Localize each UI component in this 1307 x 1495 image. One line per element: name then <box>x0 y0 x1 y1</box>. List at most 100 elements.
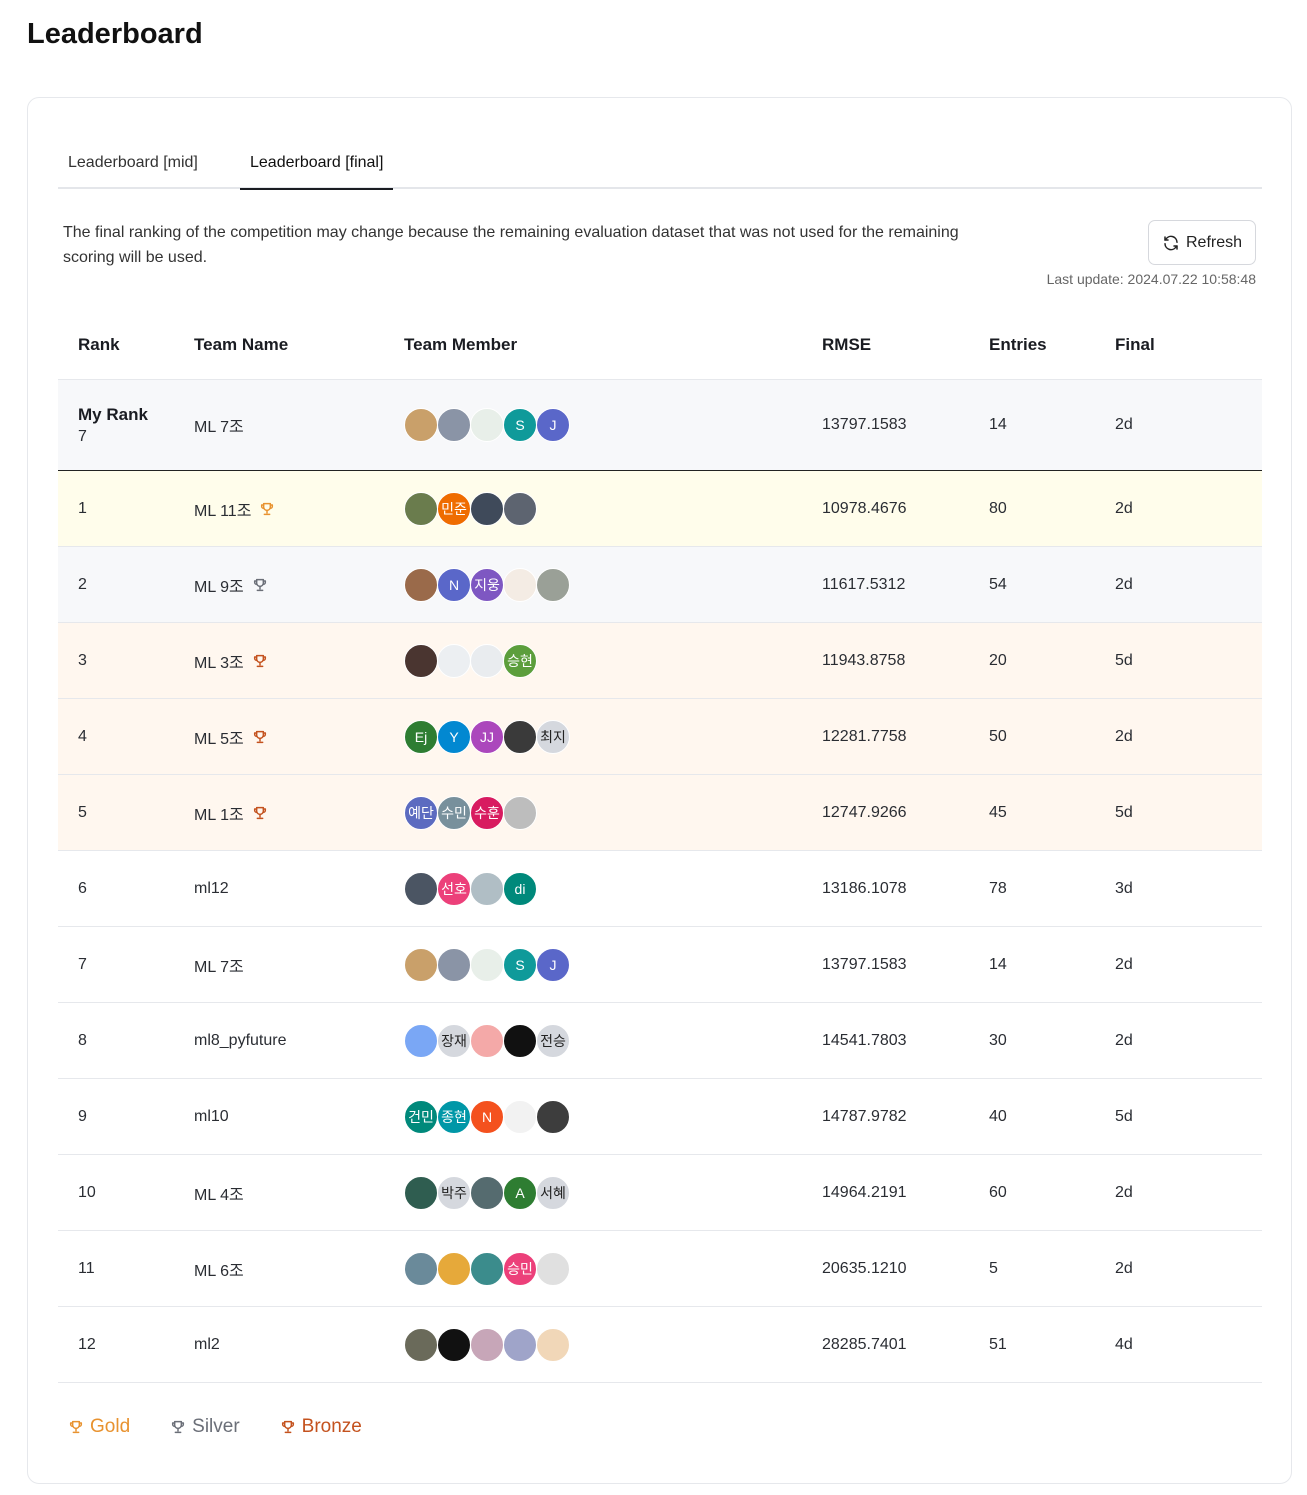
rank-value: 6 <box>78 879 87 897</box>
team-members: 승민 <box>404 1251 822 1286</box>
column-final: Final <box>1115 334 1155 354</box>
final-value: 2d <box>1115 499 1133 517</box>
member-avatar <box>437 947 471 982</box>
table-row[interactable]: 7 ML 7조 S J 13797.1583 14 2d <box>58 927 1262 1003</box>
member-initials: 건민 <box>408 1108 434 1125</box>
member-initials: S <box>515 417 525 433</box>
member-avatar <box>470 491 504 526</box>
rank-value: 11 <box>78 1259 95 1277</box>
entries-value: 20 <box>989 651 1007 669</box>
member-avatar: Y <box>437 719 471 754</box>
bronze-trophy-icon <box>253 730 266 743</box>
table-row[interactable]: 10 ML 4조 박주 A 서혜 14964.2191 60 2d <box>58 1155 1262 1231</box>
final-value: 5d <box>1115 1107 1133 1125</box>
final-value: 2d <box>1115 416 1133 433</box>
silver-trophy-icon <box>253 578 266 591</box>
member-avatar: 승민 <box>503 1251 537 1286</box>
table-row[interactable]: 4 ML 5조 Ej Y JJ 최지 12281.7758 50 2d <box>58 699 1262 775</box>
member-initials: N <box>448 576 460 593</box>
table-row[interactable]: 1 ML 11조 민준 10978.4676 80 2d <box>58 471 1262 547</box>
rmse-value: 14541.7803 <box>822 1031 907 1049</box>
table-row[interactable]: 11 ML 6조 승민 20635.1210 5 2d <box>58 1231 1262 1307</box>
entries-value: 51 <box>989 1335 1007 1353</box>
team-name: ml8_pyfuture <box>194 1031 287 1049</box>
member-avatar <box>503 719 537 754</box>
legend-silver: Silver <box>170 1416 240 1438</box>
member-avatar <box>503 1099 537 1134</box>
gold-trophy-icon <box>69 1420 83 1434</box>
member-avatar: Ej <box>404 719 438 754</box>
member-avatar <box>437 643 471 678</box>
member-initials: 수민 <box>441 804 467 821</box>
member-initials: 지웅 <box>474 576 500 593</box>
final-value: 2d <box>1115 1031 1133 1049</box>
rank-value: 10 <box>78 1183 96 1201</box>
legend-bronze: Bronze <box>280 1416 362 1438</box>
entries-value: 5 <box>989 1259 998 1277</box>
refresh-button[interactable]: Refresh <box>1148 220 1256 265</box>
member-avatar <box>404 871 438 906</box>
ranking-notice: The final ranking of the competition may… <box>63 224 959 266</box>
member-avatar: 최지 <box>536 719 570 754</box>
final-value: 2d <box>1115 1183 1133 1201</box>
column-rank: Rank <box>78 334 120 354</box>
refresh-icon <box>1164 235 1178 250</box>
member-initials: di <box>514 880 526 897</box>
tab-leaderboard-mid[interactable]: Leaderboard [mid] <box>58 150 208 189</box>
member-avatar <box>437 1327 471 1362</box>
medal-legend: Gold Silver Bronze <box>68 1416 362 1438</box>
member-avatar: 장재 <box>437 1023 471 1058</box>
member-initials: 최지 <box>540 728 566 745</box>
member-avatar <box>470 408 504 442</box>
page-title: Leaderboard <box>27 18 203 50</box>
team-members: 장재 전승 <box>404 1023 822 1058</box>
member-initials: JJ <box>480 728 494 745</box>
table-row[interactable]: 8 ml8_pyfuture 장재 전승 14541.7803 30 2d <box>58 1003 1262 1079</box>
final-value: 2d <box>1115 1259 1133 1277</box>
table-row[interactable]: 5 ML 1조 예단 수민 수훈 12747.9266 45 5d <box>58 775 1262 851</box>
member-avatar: 종현 <box>437 1099 471 1134</box>
member-avatar <box>503 795 537 830</box>
team-name: ml2 <box>194 1335 220 1353</box>
member-initials: 박주 <box>441 1184 467 1201</box>
team-members: 민준 <box>404 491 822 526</box>
member-avatar <box>470 1327 504 1362</box>
table-row[interactable]: 9 ml10 건민 종현 N 14787.9782 40 5d <box>58 1079 1262 1155</box>
member-initials: 승민 <box>507 1260 533 1277</box>
member-avatar: N <box>470 1099 504 1134</box>
rank-value: 4 <box>78 727 87 745</box>
entries-value: 60 <box>989 1183 1007 1201</box>
member-avatar: 예단 <box>404 795 438 830</box>
final-value: 2d <box>1115 575 1133 593</box>
table-header: Rank Team Name Team Member RMSE Entries … <box>58 310 1262 380</box>
column-entries: Entries <box>989 334 1047 354</box>
table-row[interactable]: 2 ML 9조 N 지웅 11617.5312 54 2d <box>58 547 1262 623</box>
member-avatar: S <box>503 408 537 442</box>
last-update: Last update: 2024.07.22 10:58:48 <box>1046 271 1256 287</box>
member-initials: 승현 <box>507 652 533 669</box>
member-initials: 선호 <box>441 880 467 897</box>
team-name: ML 9조 <box>194 578 244 596</box>
team-members: 건민 종현 N <box>404 1099 822 1134</box>
table-row[interactable]: 12 ml2 28285.7401 51 4d <box>58 1307 1262 1383</box>
member-avatar <box>470 1023 504 1058</box>
bronze-trophy-icon <box>253 654 266 667</box>
member-initials: J <box>549 417 557 433</box>
ranking-rows: 1 ML 11조 민준 10978.4676 80 2d 2 ML 9조 N 지웅 11617.53… <box>58 471 1262 1383</box>
my-rank-row: My Rank 7 ML 7조 SJ 13797.1583 14 2d <box>58 380 1262 471</box>
member-avatar: 민준 <box>437 491 471 526</box>
my-rank-label: My Rank <box>78 404 148 424</box>
rmse-value: 11617.5312 <box>822 575 906 593</box>
tab-leaderboard-final[interactable]: Leaderboard [final] <box>240 150 394 190</box>
rmse-value: 20635.1210 <box>822 1259 907 1277</box>
table-row[interactable]: 3 ML 3조 승현 11943.8758 20 5d <box>58 623 1262 699</box>
table-row[interactable]: 6 ml12 선호 di 13186.1078 78 3d <box>58 851 1262 927</box>
team-name: ML 11조 <box>194 502 252 520</box>
member-initials: 종현 <box>441 1108 467 1125</box>
team-members <box>404 1327 822 1362</box>
column-team-member: Team Member <box>404 334 518 354</box>
entries-value: 80 <box>989 499 1007 517</box>
rank-value: 9 <box>78 1107 87 1125</box>
member-avatar <box>470 1251 504 1286</box>
final-value: 2d <box>1115 727 1133 745</box>
